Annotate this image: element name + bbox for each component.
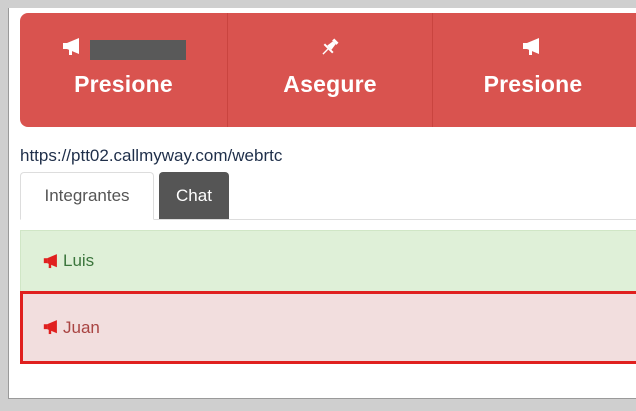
window-border-top <box>0 0 636 8</box>
tab-integrantes[interactable]: Integrantes <box>20 172 154 220</box>
megaphone-icon <box>522 38 544 61</box>
window-border-left <box>0 0 8 411</box>
window-border-bottom <box>0 399 636 411</box>
window-border-bottom-inner <box>8 398 636 399</box>
tab-chat-label: Chat <box>176 185 212 205</box>
megaphone-icon <box>43 253 61 269</box>
megaphone-icon <box>62 38 84 61</box>
tab-bar: Integrantes Chat <box>20 172 636 220</box>
press-button-1-label: Presione <box>74 70 173 97</box>
app-frame: Presione Asegure Presione https://ptt02.… <box>0 0 636 411</box>
megaphone-icon <box>43 320 61 335</box>
member-row-juan[interactable]: Juan <box>20 291 636 364</box>
pin-button-label: Asegure <box>283 70 377 97</box>
server-url: https://ptt02.callmyway.com/webrtc <box>20 146 283 165</box>
pin-button[interactable]: Asegure <box>228 13 433 127</box>
member-row-luis[interactable]: Luis <box>20 230 636 292</box>
ptt-toolbar: Presione Asegure Presione <box>20 13 636 127</box>
press-button-1[interactable]: Presione <box>20 13 228 127</box>
member-name: Luis <box>63 251 95 270</box>
pin-icon <box>319 36 341 63</box>
redacted-caption <box>89 39 186 60</box>
tab-chat[interactable]: Chat <box>159 172 229 219</box>
press-button-2-label: Presione <box>483 70 583 97</box>
tab-integrantes-label: Integrantes <box>44 186 130 205</box>
member-name: Juan <box>63 317 100 337</box>
press-button-2[interactable]: Presione <box>433 13 633 127</box>
window-border-left-inner <box>8 8 9 399</box>
